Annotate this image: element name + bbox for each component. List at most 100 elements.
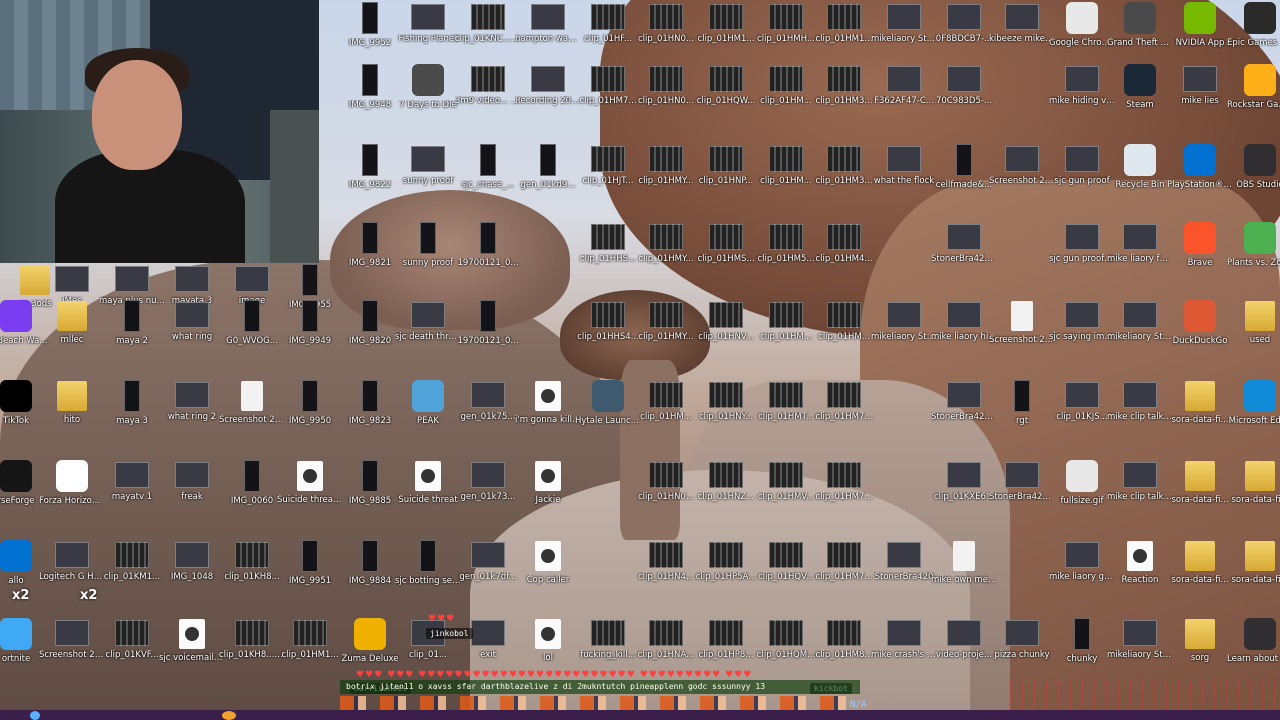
- desktop-icon[interactable]: Plants vs. Zombies GOTY: [1227, 220, 1280, 280]
- desktop-icon[interactable]: clip_01HN0...: [636, 458, 696, 518]
- desktop-icon[interactable]: Jackie: [518, 458, 578, 518]
- desktop-icon[interactable]: sjc saying im stalking but...: [1049, 298, 1115, 358]
- desktop-icon[interactable]: clip_01HN0...: [636, 62, 696, 122]
- desktop-icon[interactable]: clip_01HM8...: [814, 616, 874, 676]
- desktop-icon[interactable]: clip_01KNC... (1): [455, 0, 521, 60]
- desktop-icon[interactable]: gen_01kd9...: [518, 142, 578, 202]
- desktop-icon[interactable]: Screenshot 2026-01-...: [989, 298, 1055, 358]
- desktop-icon[interactable]: StonerBra420 - Watch the ...: [931, 220, 997, 280]
- desktop-icon[interactable]: lle Beach Wa...: [0, 298, 47, 358]
- desktop-icon[interactable]: Zuma Deluxe: [340, 616, 400, 676]
- desktop-icon[interactable]: IMG_9822: [340, 142, 400, 202]
- desktop-icon[interactable]: video-proje...: [934, 616, 994, 676]
- desktop-icon[interactable]: 70C983D5-...: [934, 62, 994, 122]
- desktop-icon[interactable]: Recording 2026-03-...: [515, 62, 581, 122]
- desktop-icon[interactable]: clip_01KH8... (1): [219, 616, 285, 676]
- desktop-icon[interactable]: used: [1230, 298, 1280, 358]
- desktop-icon[interactable]: clip_01HNP...: [696, 142, 756, 202]
- desktop-icon[interactable]: clip_01HM...: [756, 142, 816, 202]
- desktop-icon[interactable]: clip_01HJT...: [578, 142, 638, 202]
- desktop-icon[interactable]: IMG_9950: [280, 378, 340, 438]
- desktop-icon[interactable]: DuckDuckGo: [1170, 298, 1230, 358]
- desktop-icon[interactable]: clip_01HM...: [636, 378, 696, 438]
- desktop-icon[interactable]: mike crash's into tree: [871, 616, 937, 676]
- desktop-icon[interactable]: clip_01HMY...: [636, 142, 696, 202]
- desktop-icon[interactable]: Cop caller: [518, 538, 578, 598]
- desktop-icon[interactable]: StonerBra420: [874, 538, 934, 598]
- desktop-icon[interactable]: mikeliaory Stream - Wa...: [871, 0, 937, 60]
- desktop-icon[interactable]: IMG_9885: [340, 458, 400, 518]
- desktop-icon[interactable]: mikeliaory Stream - Wa...: [1107, 616, 1173, 676]
- desktop-icon[interactable]: clip_01HM...: [756, 62, 816, 122]
- desktop-icon[interactable]: mllec: [42, 298, 102, 358]
- desktop-icon[interactable]: mike own meme: [931, 538, 997, 598]
- desktop-icon[interactable]: sjc gun proof: [1052, 142, 1112, 202]
- desktop-icon[interactable]: PlayStation® Accessories: [1167, 142, 1233, 202]
- desktop-icon[interactable]: IMG_9884: [340, 538, 400, 598]
- desktop-icon[interactable]: clip_01HP5A...: [696, 538, 756, 598]
- taskbar[interactable]: [0, 710, 1280, 720]
- desktop-icon[interactable]: mikeliaory Stream - Wa...: [1107, 298, 1173, 358]
- desktop-icon[interactable]: Screenshot 2026-07-...: [219, 378, 285, 438]
- desktop-icon[interactable]: clip_01HQV...: [756, 538, 816, 598]
- desktop-icon[interactable]: clip_01KM1...: [102, 538, 162, 598]
- desktop-icon[interactable]: sunny proof: [398, 142, 458, 202]
- desktop-icon[interactable]: sora-data-fi...: [1170, 458, 1230, 518]
- desktop-icon[interactable]: clip_01KJS...: [1052, 378, 1112, 438]
- desktop-icon[interactable]: ortnite: [0, 616, 46, 676]
- desktop-icon[interactable]: Reaction: [1110, 538, 1170, 598]
- desktop-icon[interactable]: hampton wants $50...: [515, 0, 581, 60]
- desktop-icon[interactable]: Forza Horizon 6: [39, 458, 105, 518]
- desktop-icon[interactable]: what ring 2: [162, 378, 222, 438]
- desktop-icon[interactable]: maya 2: [102, 298, 162, 358]
- desktop-icon[interactable]: what the flock: [874, 142, 934, 202]
- desktop-icon[interactable]: clip_01HNZ...: [696, 458, 756, 518]
- desktop-icon[interactable]: sjc_chase_...: [458, 142, 518, 202]
- desktop-icon[interactable]: IMG_0060: [222, 458, 282, 518]
- desktop-icon[interactable]: Grand Theft Auto V En...: [1107, 0, 1173, 60]
- desktop-icon[interactable]: Suicide threat: [398, 458, 458, 518]
- desktop-icon[interactable]: clip_01HQW...: [696, 62, 756, 122]
- desktop-icon[interactable]: rseForge: [0, 458, 46, 518]
- desktop-icon[interactable]: Google Chrome: [1049, 0, 1115, 60]
- desktop-icon[interactable]: TikTok: [0, 378, 46, 438]
- taskbar-app-icon[interactable]: [30, 711, 40, 720]
- desktop-icon[interactable]: mike lies: [1170, 62, 1230, 122]
- desktop-icon[interactable]: clip_01HMY...: [636, 298, 696, 358]
- desktop-icon[interactable]: sjc death threat on kick: [395, 298, 461, 358]
- desktop-icon[interactable]: sora-data-fi...: [1170, 538, 1230, 598]
- desktop-icon[interactable]: clip_01HM1...: [280, 616, 340, 676]
- desktop-icon[interactable]: clip_01HM1...: [814, 0, 874, 60]
- desktop-icon[interactable]: sunny proof: [398, 220, 458, 280]
- desktop-icon[interactable]: OBS Studio: [1230, 142, 1280, 202]
- desktop-icon[interactable]: IMG_9823: [340, 378, 400, 438]
- desktop-icon[interactable]: clip_01HF...: [578, 0, 638, 60]
- desktop-icon[interactable]: lol: [518, 616, 578, 676]
- desktop-icon[interactable]: sjc gun proof title ties: [1049, 220, 1115, 280]
- desktop-icon[interactable]: mayatv 1: [102, 458, 162, 518]
- desktop-icon[interactable]: clip_01KXE6...: [934, 458, 994, 518]
- desktop-icon[interactable]: rgt: [992, 378, 1052, 438]
- desktop-icon[interactable]: mike clip talking abo...: [1107, 458, 1173, 518]
- desktop-icon[interactable]: clip_01HMT...: [756, 378, 816, 438]
- desktop-icon[interactable]: fucking_kill...: [578, 616, 638, 676]
- desktop-icon[interactable]: clip_01HM4...: [814, 220, 874, 280]
- desktop-icon[interactable]: mike clip talking abo...: [1107, 378, 1173, 438]
- desktop-icon[interactable]: clip_01HMY...: [636, 220, 696, 280]
- desktop-icon[interactable]: clip_01HNA...: [636, 616, 696, 676]
- desktop-icon[interactable]: sjc botting service: [395, 538, 461, 598]
- desktop-icon[interactable]: exit: [458, 616, 518, 676]
- desktop-icon[interactable]: clip_01HM...: [814, 298, 874, 358]
- desktop-icon[interactable]: sjc voicemail to jackie 6...: [159, 616, 225, 676]
- desktop-icon[interactable]: sora-data-fi...: [1230, 458, 1280, 518]
- desktop-icon[interactable]: freak: [162, 458, 222, 518]
- desktop-icon[interactable]: mike liaory fart tub video: [1107, 220, 1173, 280]
- desktop-icon[interactable]: sora-data-fi...: [1170, 378, 1230, 438]
- desktop-icon[interactable]: i'm gonna kill you: [515, 378, 581, 438]
- desktop-icon[interactable]: clip_01HP8...: [696, 616, 756, 676]
- desktop-icon[interactable]: clip_01HM...: [756, 298, 816, 358]
- taskbar-app-icon[interactable]: [222, 711, 236, 720]
- desktop-icon[interactable]: 19700121_0...: [457, 298, 519, 358]
- desktop-icon[interactable]: IMG_1048: [162, 538, 222, 598]
- desktop-icon[interactable]: StonerBra420 Stream - Wa...: [989, 458, 1055, 518]
